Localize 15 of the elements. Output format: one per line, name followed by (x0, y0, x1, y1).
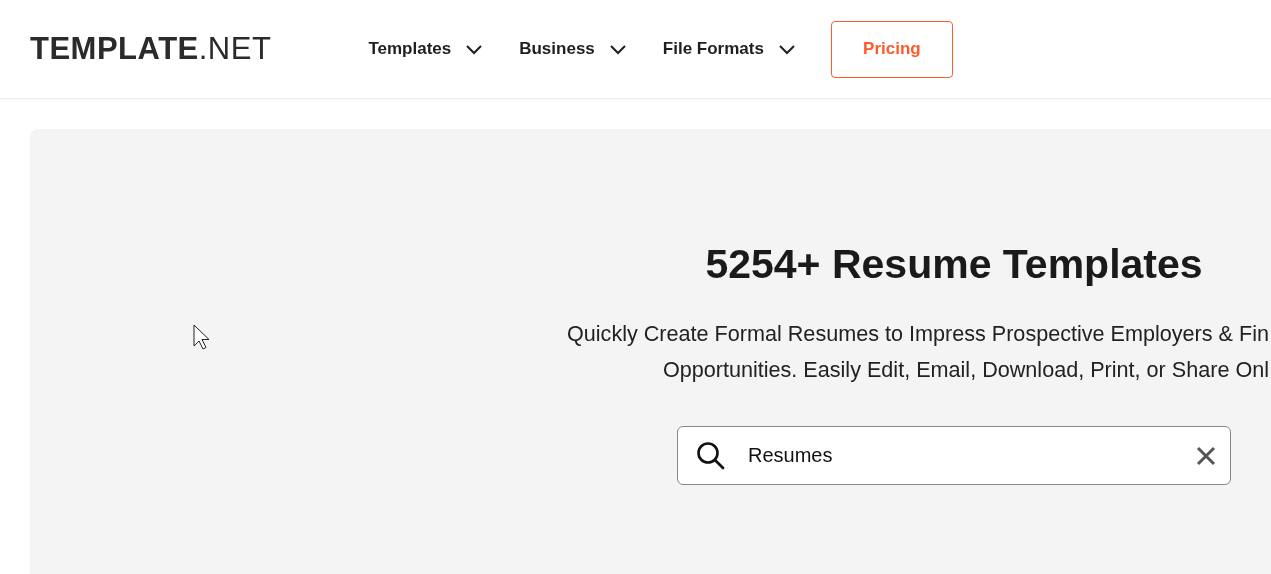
page-title: 5254+ Resume Templates (705, 241, 1203, 288)
search-icon (696, 440, 726, 471)
logo[interactable]: TEMPLATE.NET (30, 31, 272, 67)
search-field[interactable]: Resumes (677, 426, 1231, 485)
nav-menu-item[interactable]: Templates (368, 39, 484, 59)
chevron-down-icon (608, 43, 627, 55)
nav-menu-item[interactable]: File Formats (662, 39, 796, 59)
clear-icon[interactable] (1196, 445, 1216, 466)
subtitle-line: Quickly Create Formal Resumes to Impress Prospective Employers & Fin (567, 320, 1269, 348)
nav-menu-item[interactable]: Business (519, 39, 627, 59)
chevron-down-icon (465, 43, 484, 55)
chevron-down-icon (777, 43, 796, 55)
search-input[interactable]: Resumes (746, 443, 1176, 468)
subtitle-line: Opportunities. Easily Edit, Email, Download, Print, or Share Onl (662, 356, 1269, 384)
mouse-cursor-icon (193, 324, 211, 350)
